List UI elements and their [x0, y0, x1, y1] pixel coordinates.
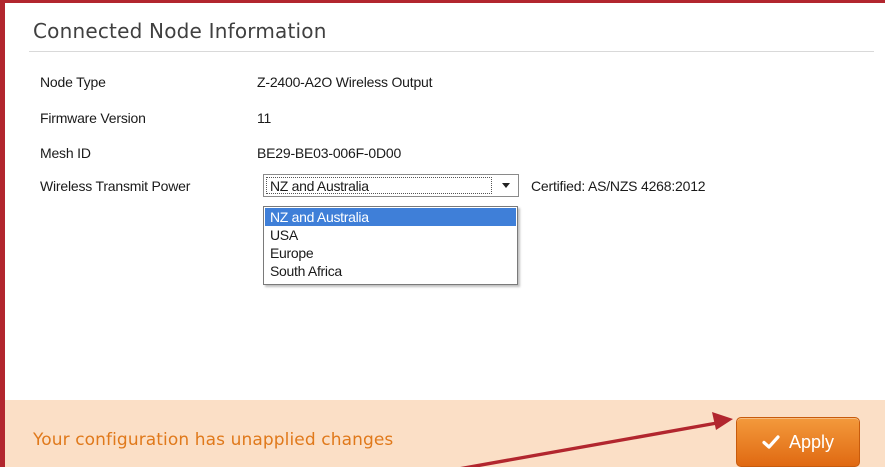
region-option-usa[interactable]: USA — [265, 226, 516, 244]
region-option-europe[interactable]: Europe — [265, 244, 516, 262]
region-dropdown-list: NZ and Australia USA Europe South Africa — [263, 206, 518, 285]
transmit-power-select[interactable]: NZ and Australia — [263, 174, 519, 197]
mesh-id-value: BE29-BE03-006F-0D00 — [257, 145, 402, 161]
node-type-value: Z-2400-A2O Wireless Output — [257, 74, 433, 90]
region-option-south-africa[interactable]: South Africa — [265, 262, 516, 280]
settings-panel: Connected Node Information Node Type Z-2… — [0, 0, 885, 467]
certification-text: Certified: AS/NZS 4268:2012 — [531, 178, 706, 194]
checkmark-icon — [762, 435, 780, 449]
firmware-version-label: Firmware Version — [40, 110, 146, 126]
node-type-label: Node Type — [40, 74, 106, 90]
unsaved-changes-bar: Your configuration has unapplied changes… — [5, 400, 885, 467]
section-title: Connected Node Information — [33, 19, 327, 43]
region-option-nz-australia[interactable]: NZ and Australia — [265, 208, 516, 226]
chevron-down-icon[interactable] — [502, 183, 510, 188]
wireless-transmit-power-label: Wireless Transmit Power — [40, 178, 191, 194]
apply-button-label: Apply — [788, 431, 835, 452]
title-divider — [29, 51, 874, 52]
selected-region-value: NZ and Australia — [270, 178, 369, 194]
apply-button[interactable]: Apply — [736, 417, 860, 467]
mesh-id-label: Mesh ID — [40, 145, 91, 161]
firmware-version-value: 11 — [257, 110, 272, 126]
unapplied-changes-message: Your configuration has unapplied changes — [33, 430, 394, 450]
